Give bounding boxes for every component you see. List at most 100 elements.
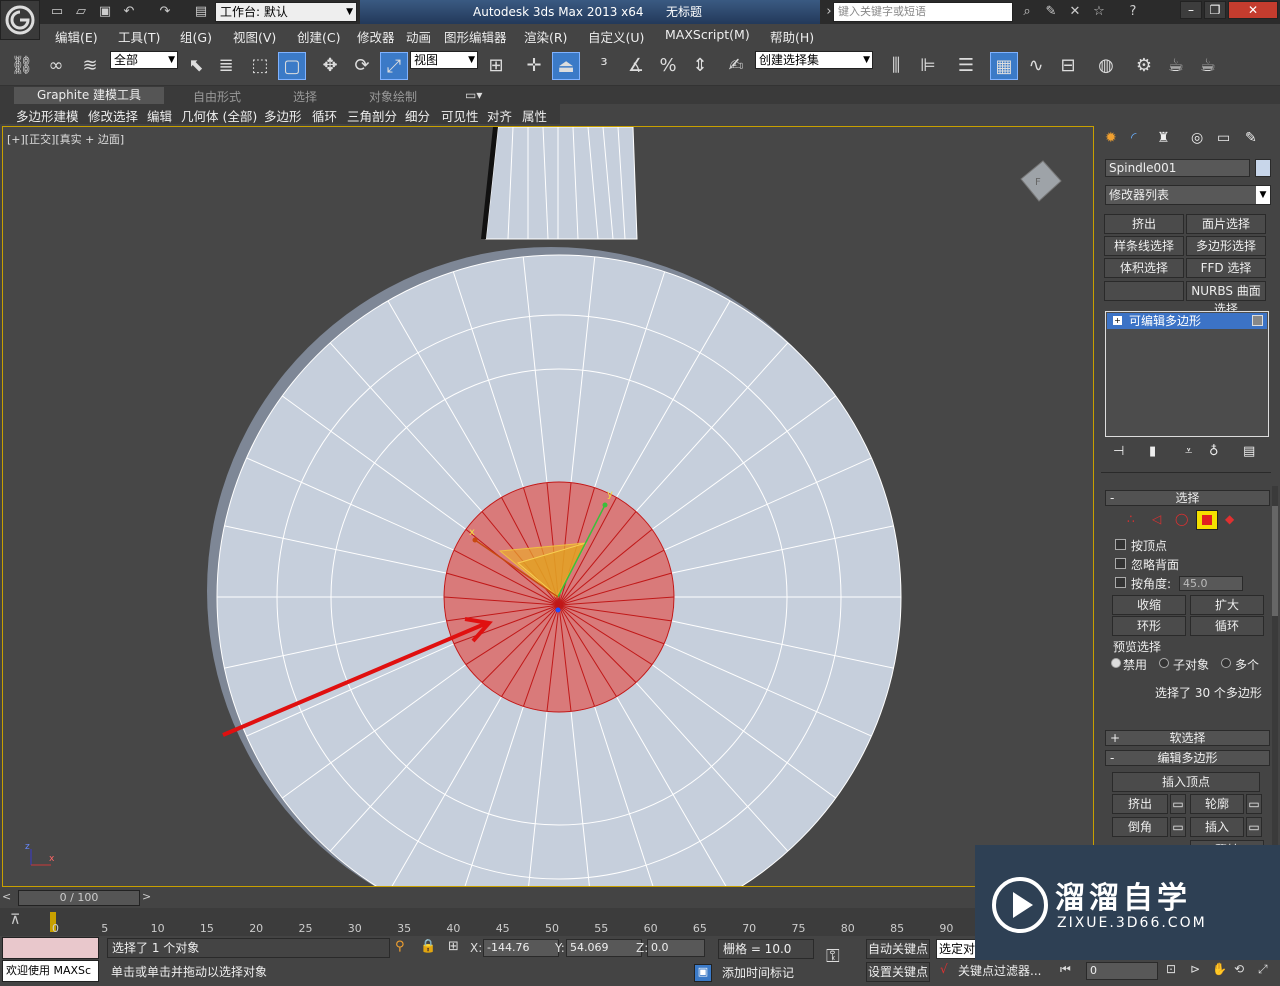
tab-object-paint[interactable]: 对象绘制: [369, 88, 417, 105]
prev-frame-icon[interactable]: <: [2, 890, 14, 906]
time-config-icon[interactable]: ⏮: [1060, 962, 1071, 977]
track-bar[interactable]: ⊼ 0 5 10 15 20 25 30 35 40 45 50 55 60 65 70 75 80 85 90: [0, 908, 975, 936]
panel-visibility[interactable]: 可见性: [441, 106, 479, 125]
bevel-settings-icon[interactable]: ▭: [1170, 817, 1186, 837]
panel-loops[interactable]: 循环: [312, 106, 337, 125]
maxscript-listener-pink[interactable]: [2, 937, 99, 959]
menu-tools[interactable]: 工具(T): [118, 27, 160, 46]
extrude-modifier-button[interactable]: 挤出: [1104, 214, 1184, 234]
menu-views[interactable]: 视图(V): [233, 27, 276, 46]
undo-icon[interactable]: ↶: [120, 3, 138, 21]
insert-vertex-button[interactable]: 插入顶点: [1112, 772, 1260, 792]
selected-polygons[interactable]: [443, 481, 675, 713]
rendered-frame-window-icon[interactable]: ☕: [1162, 52, 1190, 80]
outline-button[interactable]: 轮廓: [1190, 794, 1244, 814]
border-mode-icon[interactable]: ◯: [1175, 512, 1188, 526]
render-production-icon[interactable]: ☕: [1194, 52, 1222, 80]
panel-tris[interactable]: 三角剖分: [347, 106, 397, 125]
zoom-extents-icon[interactable]: ⊡: [1166, 962, 1176, 976]
key-curve-icon[interactable]: √: [940, 962, 948, 976]
panel-edit[interactable]: 编辑: [147, 106, 172, 125]
subscription-icon[interactable]: ✎: [1042, 3, 1060, 21]
edit-named-selection-icon[interactable]: ✍: [722, 52, 750, 80]
snaps-toggle-icon[interactable]: ³: [590, 52, 618, 80]
layer-manager-icon[interactable]: ☰: [952, 52, 980, 80]
panel-polygons[interactable]: 多边形: [264, 106, 302, 125]
tab-graphite-modeling[interactable]: Graphite 建模工具: [14, 87, 164, 104]
panel-modify-selection[interactable]: 修改选择: [88, 106, 138, 125]
spinner-snap-icon[interactable]: ⇕: [686, 52, 714, 80]
modify-tab-icon[interactable]: ◜: [1131, 130, 1136, 146]
viewcube-icon[interactable]: F: [1020, 160, 1062, 202]
bevel-button[interactable]: 倒角: [1112, 817, 1168, 837]
object-name-field[interactable]: Spindle001: [1105, 159, 1250, 177]
tab-freeform[interactable]: 自由形式: [193, 88, 241, 105]
hierarchy-tab-icon[interactable]: ♜: [1157, 130, 1170, 146]
minimize-button[interactable]: –: [1180, 1, 1202, 19]
patch-select-button[interactable]: 面片选择: [1186, 214, 1266, 234]
preview-multi-radio[interactable]: [1221, 658, 1231, 668]
extrude-settings-icon[interactable]: ▭: [1170, 794, 1186, 814]
create-tab-icon[interactable]: ✹: [1105, 130, 1117, 146]
y-coordinate-field[interactable]: 54.069: [566, 939, 642, 957]
angle-snap-icon[interactable]: ∡: [622, 52, 650, 80]
menu-help[interactable]: 帮助(H): [770, 27, 814, 46]
ignore-backfacing-checkbox[interactable]: [1115, 558, 1126, 569]
rotate-icon[interactable]: ⟳: [348, 52, 376, 80]
preview-subobject-radio[interactable]: [1159, 658, 1169, 668]
align-icon[interactable]: ⊫: [914, 52, 942, 80]
time-slider-thumb[interactable]: 0 / 100: [18, 890, 140, 906]
favorites-icon[interactable]: ☆: [1090, 3, 1108, 21]
outline-settings-icon[interactable]: ▭: [1246, 794, 1262, 814]
soft-selection-rollout-header[interactable]: + 软选择: [1105, 730, 1270, 746]
ribbon-options-icon[interactable]: ▭▾: [465, 88, 482, 102]
object-color-swatch[interactable]: [1255, 159, 1271, 177]
field-of-view-icon[interactable]: ⊳: [1190, 962, 1200, 976]
move-icon[interactable]: ✥: [316, 52, 344, 80]
time-tag-icon[interactable]: ▣: [694, 964, 712, 982]
ffd-select-button[interactable]: FFD 选择: [1186, 258, 1266, 278]
panel-scrollbar[interactable]: [1272, 486, 1278, 906]
edit-polygons-rollout-header[interactable]: - 编辑多边形: [1105, 750, 1270, 766]
percent-snap-icon[interactable]: %: [654, 52, 682, 80]
render-setup-icon[interactable]: ⚙: [1130, 52, 1158, 80]
set-key-button[interactable]: 设置关键点: [866, 962, 930, 982]
rectangle-selection-icon[interactable]: ⬚: [246, 52, 274, 80]
panel-subdivision[interactable]: 细分: [405, 106, 430, 125]
maximize-viewport-icon[interactable]: ⤢: [1258, 962, 1268, 977]
auto-key-button[interactable]: 自动关键点: [866, 939, 930, 959]
project-folder-icon[interactable]: ▤: [192, 3, 210, 21]
modifier-list-dropdown[interactable]: 修改器列表 ▼: [1105, 185, 1271, 205]
vertex-mode-icon[interactable]: ∴: [1127, 512, 1135, 526]
menu-modifiers[interactable]: 修改器: [357, 27, 395, 46]
mirror-icon[interactable]: ⫼: [882, 52, 910, 80]
next-frame-icon[interactable]: >: [142, 890, 154, 906]
reference-coordinate-dropdown[interactable]: 视图 ▼: [410, 51, 478, 69]
absolute-mode-icon[interactable]: ⊞: [448, 939, 459, 954]
utilities-tab-icon[interactable]: ✎: [1245, 130, 1257, 146]
shrink-button[interactable]: 收缩: [1112, 595, 1186, 615]
mini-curve-editor-icon[interactable]: ⊼: [10, 912, 32, 932]
display-tab-icon[interactable]: ▭: [1217, 130, 1230, 146]
select-by-name-icon[interactable]: ≣: [212, 52, 240, 80]
window-crossing-icon[interactable]: ▢: [278, 52, 306, 80]
menu-create[interactable]: 创建(C): [297, 27, 340, 46]
z-coordinate-field[interactable]: 0.0: [647, 939, 705, 957]
keyboard-shortcut-override-icon[interactable]: ⏏: [552, 52, 580, 80]
redo-icon[interactable]: ↷: [156, 3, 174, 21]
add-time-tag[interactable]: 添加时间标记: [722, 964, 794, 981]
polygon-mode-icon[interactable]: [1196, 510, 1218, 530]
named-selection-set-dropdown[interactable]: 创建选择集 ▼: [755, 51, 873, 69]
communication-icon[interactable]: ✕: [1066, 3, 1084, 21]
x-coordinate-field[interactable]: -144.76: [483, 939, 559, 957]
expand-icon[interactable]: +: [1113, 316, 1122, 325]
material-editor-icon[interactable]: ◍: [1092, 52, 1120, 80]
angle-spinner[interactable]: 45.0: [1179, 576, 1243, 591]
volume-select-button[interactable]: 体积选择: [1104, 258, 1184, 278]
selection-rollout-header[interactable]: - 选择: [1105, 490, 1270, 506]
restore-button[interactable]: ❐: [1204, 1, 1226, 19]
current-frame-field[interactable]: 0: [1086, 962, 1158, 980]
poly-select-button[interactable]: 多边形选择: [1186, 236, 1266, 256]
by-angle-checkbox[interactable]: [1115, 577, 1126, 588]
workspace-dropdown[interactable]: 工作台: 默认 ▼: [215, 2, 357, 22]
